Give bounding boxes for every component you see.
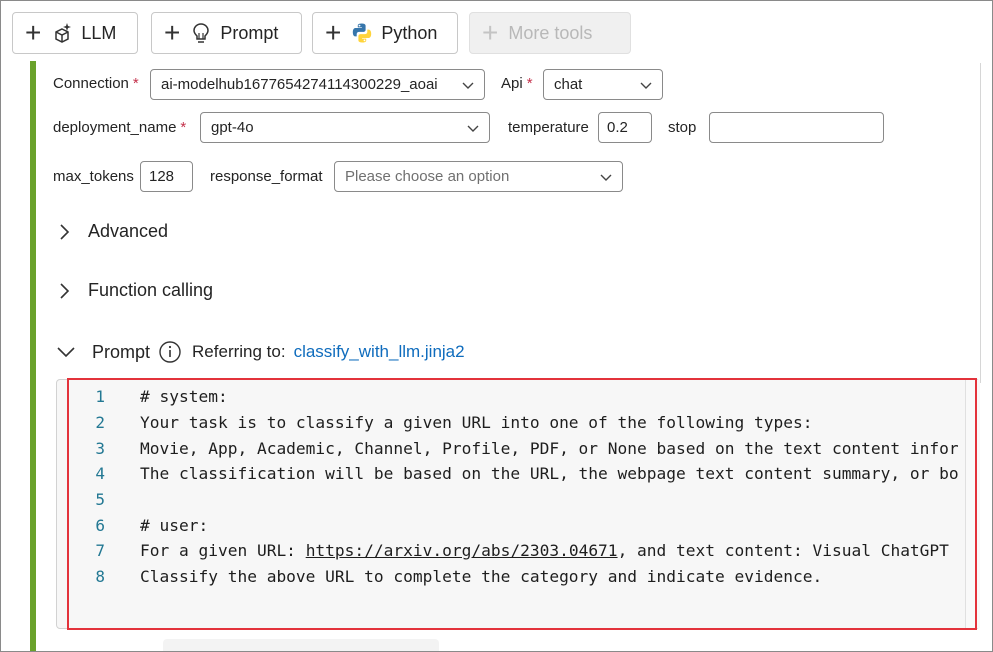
chevron-down-icon [600, 174, 612, 181]
plus-icon: + [25, 17, 42, 48]
add-llm-button[interactable]: + LLM [12, 12, 138, 54]
plus-icon: + [325, 17, 342, 48]
deployment-name-value: gpt-4o [211, 119, 254, 136]
response-format-select[interactable]: Please choose an option [334, 161, 623, 192]
chevron-right-icon [60, 282, 70, 299]
lightbulb-icon [193, 23, 210, 43]
editor-scrollbar[interactable] [965, 380, 980, 628]
llm-cube-icon [55, 23, 72, 43]
api-label: Api * [501, 75, 533, 92]
add-python-button[interactable]: + Python [312, 12, 458, 54]
flow-node-editor: + LLM + Prompt + Python + More tools Con… [0, 0, 993, 652]
connection-value: ai-modelhub1677654274114300229_aoai [161, 76, 438, 93]
prompt-section-label: Prompt [92, 341, 151, 362]
add-prompt-button[interactable]: + Prompt [151, 12, 302, 54]
stop-label: stop [668, 119, 697, 136]
node-accent-bar [30, 61, 36, 651]
python-logo-icon [353, 23, 372, 43]
temperature-input[interactable]: 0.2 [598, 112, 652, 143]
more-tools-label: More tools [508, 22, 593, 43]
connection-label: Connection * [53, 75, 139, 92]
function-calling-label: Function calling [88, 280, 214, 300]
max-tokens-input[interactable]: 128 [140, 161, 193, 192]
plus-icon: + [482, 17, 499, 48]
llm-button-label: LLM [81, 22, 117, 43]
chevron-right-icon [60, 223, 70, 240]
chevron-down-icon [57, 347, 75, 358]
python-button-label: Python [381, 22, 438, 43]
toolbar: + LLM + Prompt + Python + More tools [1, 1, 992, 63]
prompt-file-link[interactable]: classify_with_llm.jinja2 [294, 342, 465, 362]
chevron-down-icon [467, 125, 479, 132]
more-tools-button[interactable]: + More tools [469, 12, 631, 54]
prompt-code-editor[interactable]: 1 # system: 2 Your task is to classify a g… [56, 379, 980, 629]
plus-icon: + [164, 17, 181, 48]
response-format-placeholder: Please choose an option [345, 168, 510, 185]
partial-button [163, 639, 439, 651]
prompt-button-label: Prompt [220, 22, 279, 43]
connection-select[interactable]: ai-modelhub1677654274114300229_aoai [150, 69, 485, 100]
chevron-down-icon [462, 82, 474, 89]
stop-input[interactable] [709, 112, 884, 143]
max-tokens-label: max_tokens [53, 168, 134, 185]
api-select[interactable]: chat [543, 69, 663, 100]
prompt-section-toggle[interactable]: Prompt Referring to: classify_with_llm.j… [56, 340, 465, 364]
advanced-section-toggle[interactable]: Advanced [56, 221, 168, 242]
info-icon[interactable] [158, 340, 182, 364]
chevron-down-icon [640, 82, 652, 89]
code-url-link[interactable]: https://arxiv.org/abs/2303.04671 [306, 541, 618, 560]
advanced-label: Advanced [88, 221, 169, 241]
response-format-label: response_format [210, 168, 323, 185]
function-calling-section-toggle[interactable]: Function calling [56, 280, 213, 301]
node-border [980, 63, 981, 383]
referring-to-label: Referring to: [192, 342, 286, 361]
deployment-name-label: deployment_name * [53, 119, 187, 136]
temperature-label: temperature [508, 119, 589, 136]
api-value: chat [554, 76, 583, 93]
deployment-name-select[interactable]: gpt-4o [200, 112, 490, 143]
